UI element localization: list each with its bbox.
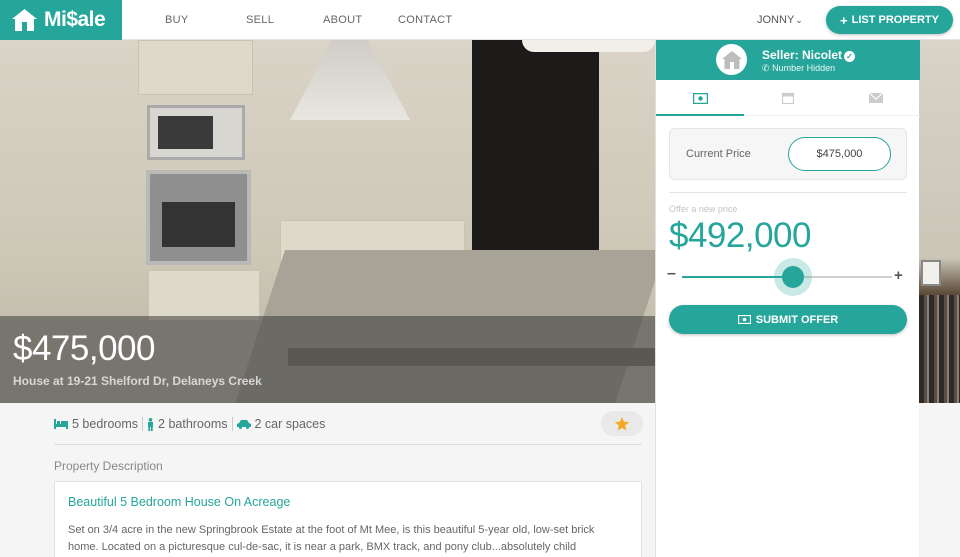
feature-cars-text: 2 car spaces xyxy=(254,417,326,431)
current-price-label: Current Price xyxy=(686,148,751,160)
verified-check-icon: ✓ xyxy=(844,51,856,62)
list-property-label: LIST PROPERTY xyxy=(851,14,939,26)
hero-address: House at 19-21 Shelford Dr, Delaneys Cre… xyxy=(13,374,262,388)
person-icon xyxy=(148,417,154,431)
panel-tabs xyxy=(656,80,920,116)
nav-contact[interactable]: CONTACT xyxy=(398,0,452,40)
envelope-icon xyxy=(869,93,883,103)
feature-separator xyxy=(231,417,233,431)
seller-name-text: Seller: Nicolet xyxy=(762,48,843,62)
top-navbar: Mi$ale BUY SELL ABOUT CONTACT JONNY⌄ + L… xyxy=(0,0,960,40)
feature-bathrooms-text: 2 bathrooms xyxy=(158,417,228,431)
photo-oven xyxy=(146,170,251,265)
description-text: Set on 3/4 acre in the new Springbrook E… xyxy=(68,524,595,553)
house-icon xyxy=(12,9,37,31)
background-photo-strip xyxy=(919,40,960,403)
photo-ceiling-light xyxy=(522,40,655,52)
offer-panel: Seller: Nicolet ✓ ✆ Number Hidden Curren… xyxy=(655,40,920,557)
chevron-down-icon: ⌄ xyxy=(795,15,803,25)
brand-logo[interactable]: Mi$ale xyxy=(0,0,122,40)
submit-offer-button[interactable]: SUBMIT OFFER xyxy=(669,305,907,334)
right-gutter xyxy=(919,403,960,557)
user-name: JONNY xyxy=(757,14,795,26)
current-price-box: Current Price $475,000 xyxy=(669,128,907,180)
submit-offer-label: SUBMIT OFFER xyxy=(755,313,839,326)
property-features: 5 bedrooms 2 bathrooms 2 car spaces xyxy=(54,415,325,433)
nav-sell[interactable]: SELL xyxy=(246,0,274,40)
seller-avatar xyxy=(716,44,747,75)
increase-offer-button[interactable]: + xyxy=(894,268,903,283)
star-icon xyxy=(615,416,629,430)
phone-icon: ✆ xyxy=(762,63,770,73)
description-card: Beautiful 5 Bedroom House On Acreage Set… xyxy=(54,481,642,557)
seller-name: Seller: Nicolet ✓ xyxy=(762,48,856,62)
brand-name: Mi$ale xyxy=(44,8,106,31)
feature-cars: 2 car spaces xyxy=(236,417,326,431)
favorite-button[interactable] xyxy=(601,411,643,436)
active-tab-indicator xyxy=(656,114,744,116)
hero-price: $475,000 xyxy=(13,329,155,368)
section-divider xyxy=(54,444,642,445)
seller-phone-text: Number Hidden xyxy=(772,63,836,73)
seller-header: Seller: Nicolet ✓ ✆ Number Hidden xyxy=(656,40,920,80)
calendar-icon xyxy=(782,92,794,104)
nav-about[interactable]: ABOUT xyxy=(323,0,362,40)
decrease-offer-button[interactable]: – xyxy=(667,266,676,282)
list-property-button[interactable]: + LIST PROPERTY xyxy=(826,6,953,34)
feature-bedrooms-text: 5 bedrooms xyxy=(72,417,139,431)
money-icon xyxy=(737,315,751,324)
photo-upper-cabinet xyxy=(138,40,253,95)
tab-offer[interactable] xyxy=(656,80,744,116)
plus-icon: + xyxy=(840,12,848,28)
bed-icon xyxy=(54,419,68,429)
house-icon xyxy=(721,50,742,69)
description-label: Property Description xyxy=(54,459,163,473)
photo-microwave xyxy=(147,105,245,160)
property-photo: $475,000 House at 19-21 Shelford Dr, Del… xyxy=(0,40,655,403)
tab-message[interactable] xyxy=(832,80,920,116)
nav-buy[interactable]: BUY xyxy=(165,0,189,40)
offer-hint: Offer a new price xyxy=(669,204,738,214)
offer-amount: $492,000 xyxy=(669,216,811,255)
panel-divider xyxy=(669,192,907,193)
description-title: Beautiful 5 Bedroom House On Acreage xyxy=(68,495,291,509)
property-details: 5 bedrooms 2 bathrooms 2 car spaces Prop… xyxy=(0,403,655,557)
user-menu[interactable]: JONNY⌄ xyxy=(757,0,803,40)
current-price-value: $475,000 xyxy=(788,137,891,171)
seller-phone: ✆ Number Hidden xyxy=(762,63,835,74)
feature-bathrooms: 2 bathrooms xyxy=(147,417,228,431)
feature-bedrooms: 5 bedrooms xyxy=(54,417,138,431)
money-icon xyxy=(692,92,708,104)
tab-calendar[interactable] xyxy=(744,80,832,116)
feature-separator xyxy=(142,417,144,431)
car-icon xyxy=(236,420,251,429)
